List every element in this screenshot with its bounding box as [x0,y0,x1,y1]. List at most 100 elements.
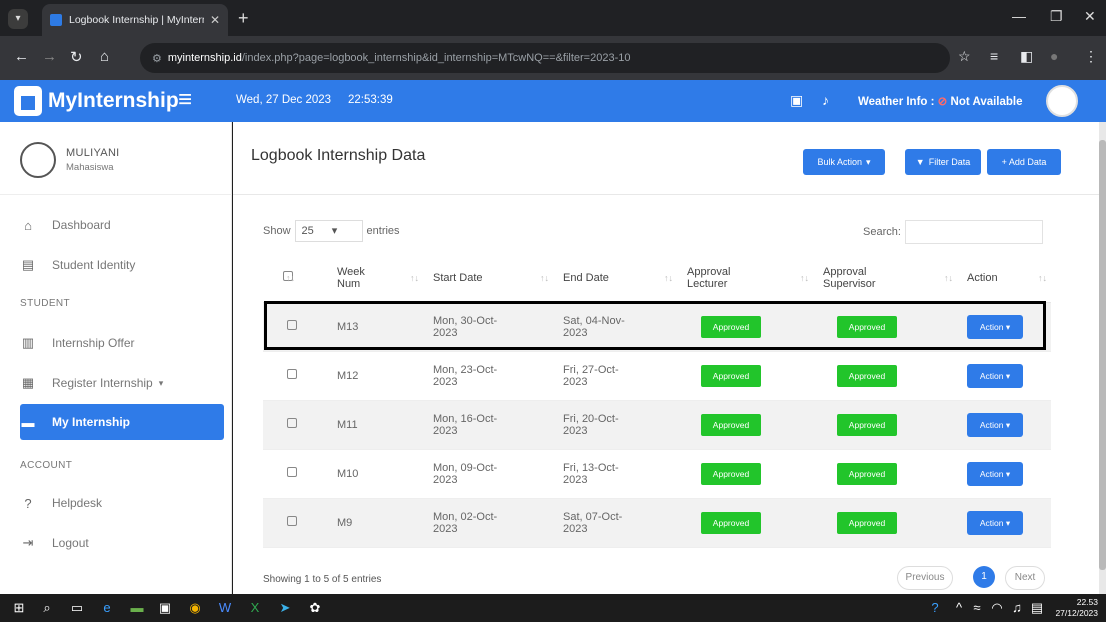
action-label: Action [979,370,1004,381]
row-action-button[interactable]: Action ▾ [967,363,1023,388]
forward-icon[interactable]: → [42,48,57,65]
tab-search-button[interactable]: ▾ [8,9,28,29]
restore-icon[interactable]: ❐ [1050,8,1063,25]
excel-icon[interactable]: X [244,598,266,618]
row-checkbox[interactable] [287,320,297,330]
table-row: M12 Mon, 23-Oct- 2023 Fri, 27-Oct- 2023 Ap… [263,351,1051,401]
end-date-line: Sat, 07-Oct- [563,510,623,523]
calendar-icon[interactable]: ▣ [790,92,803,109]
start-date-year: 2023 [433,375,458,388]
menu-kebab-icon[interactable]: ⋮ [1084,48,1098,65]
telegram-icon[interactable]: ➤ [274,598,296,618]
windows-start-icon[interactable]: ⊞ [8,598,30,618]
reload-icon[interactable]: ↻ [70,48,83,66]
card-divider [233,194,1099,195]
pagination-previous[interactable]: Previous [897,566,953,590]
close-window-icon[interactable]: ✕ [1084,8,1096,25]
profile-icon[interactable]: ● [1050,48,1058,64]
word-icon[interactable]: W [214,598,236,618]
logbook-card: Logbook Internship Data Bulk Action ▾ ▼ … [233,122,1099,594]
site-info-icon[interactable]: ⚙ [152,52,162,65]
week-num: M10 [333,449,429,499]
search-icon[interactable]: ⌕ [36,598,58,618]
start-date-line: Mon, 23-Oct- [433,363,498,376]
end-date-year: 2023 [563,424,588,437]
task-view-icon[interactable]: ▭ [66,598,88,618]
sidebar-item-helpdesk[interactable]: ? Helpdesk [20,486,220,520]
show-label: Show [263,225,291,237]
col-approval-supervisor[interactable]: Approval Supervisor ↑↓ [819,254,963,303]
page-scrollbar[interactable] [1099,122,1106,594]
start-date-year: 2023 [433,424,458,437]
action-label: Action [979,517,1004,528]
windows-taskbar: ⊞ ⌕ ▭ e ▬ ▣ ◉ W X ➤ ✿ ? ^ ≈ ◠ ♫ ▤ 22.53 … [0,594,1106,622]
row-checkbox[interactable] [287,467,297,477]
start-date-year: 2023 [433,326,458,339]
col-action-label: Action [967,271,998,284]
sidebar-item-internship-offer[interactable]: ▥ Internship Offer [20,326,220,360]
back-icon[interactable]: ← [14,48,29,65]
col-action[interactable]: Action ↑↓ [963,254,1051,303]
row-action-button[interactable]: Action ▾ [967,510,1023,535]
hamburger-menu-icon[interactable]: ≡ [178,86,192,114]
chrome-icon[interactable]: ◉ [184,598,206,618]
search-input[interactable] [904,220,1043,244]
entries-select[interactable]: 25 ▾ [294,220,363,242]
add-data-button[interactable]: + Add Data [987,149,1061,175]
col-approval-lecturer[interactable]: Approval Lecturer ↑↓ [683,254,819,303]
help-icon[interactable]: ? [924,598,946,618]
start-date: Mon, 16-Oct- 2023 [429,400,559,450]
bulk-action-button[interactable]: Bulk Action ▾ [803,149,885,175]
lecturer-approval-badge: Approved [701,413,761,436]
filter-data-button[interactable]: ▼ Filter Data [905,149,981,175]
col-week-num[interactable]: Week Num ↑↓ [333,254,429,303]
network-icon[interactable]: ≈ [966,598,988,618]
sidebar-item-logout[interactable]: ⇥ Logout [20,526,220,560]
taskbar-clock[interactable]: 22.53 27/12/2023 [1046,597,1098,619]
volume-icon[interactable]: ♫ [1006,598,1028,618]
main-content: Logbook Internship Data Bulk Action ▾ ▼ … [233,122,1106,594]
home-icon[interactable]: ⌂ [100,48,109,65]
not-available-icon: ⊘ [937,96,948,108]
minimize-icon[interactable]: — [1012,8,1026,24]
start-date: Mon, 23-Oct- 2023 [429,351,559,401]
row-action-button[interactable]: Action ▾ [967,314,1023,339]
store-icon[interactable]: ▣ [154,598,176,618]
sidebar-item-dashboard[interactable]: ⌂ Dashboard [20,208,220,242]
supervisor-approval-badge: Approved [837,462,897,485]
row-action-button[interactable]: Action ▾ [967,461,1023,486]
logout-icon: ⇥ [22,535,34,550]
brand-logo[interactable]: MyInternship [14,80,179,122]
browser-tab[interactable]: Logbook Internship | MyIntern ✕ [42,4,228,36]
col-start-date[interactable]: Start Date ↑↓ [429,254,559,303]
user-avatar[interactable] [1046,85,1078,117]
scrollbar-thumb[interactable] [1099,140,1106,570]
sidebar-item-my-internship[interactable]: ▬ My Internship [20,404,224,440]
bell-icon[interactable]: ♪ [822,92,829,108]
new-tab-button[interactable]: + [238,8,249,29]
pagination-page-1[interactable]: 1 [973,566,995,588]
app-icon[interactable]: ✿ [304,598,326,618]
table-search: Search: [863,220,1043,244]
sidebar-item-label: Student Identity [52,258,136,272]
sort-icon[interactable]: ↑↓ [286,273,295,283]
edge-icon[interactable]: e [96,598,118,618]
reading-list-icon[interactable]: ≡ [990,48,998,64]
row-checkbox[interactable] [287,516,297,526]
sidebar-item-student-identity[interactable]: ▤ Student Identity [20,248,220,282]
file-explorer-icon[interactable]: ▬ [126,598,148,618]
row-checkbox[interactable] [287,369,297,379]
sidebar-item-register-internship[interactable]: ▦ Register Internship ▾ [20,366,220,400]
wifi-icon[interactable]: ◠ [986,598,1008,618]
url-bar[interactable]: ⚙ myinternship.id /index.php?page=logboo… [140,43,950,73]
logbook-table: ↑↓ Week Num ↑↓ Start Date ↑↓ End Date ↑↓ App… [263,254,1051,548]
close-tab-icon[interactable]: ✕ [210,13,220,27]
pagination-next[interactable]: Next [1005,566,1045,590]
sidepanel-icon[interactable]: ◧ [1020,48,1033,65]
row-action-button[interactable]: Action ▾ [967,412,1023,437]
week-num: M11 [333,400,429,450]
col-end-date[interactable]: End Date ↑↓ [559,254,683,303]
bookmark-star-icon[interactable]: ☆ [958,48,971,65]
keyboard-icon[interactable]: ▤ [1026,598,1048,618]
row-checkbox[interactable] [287,418,297,428]
